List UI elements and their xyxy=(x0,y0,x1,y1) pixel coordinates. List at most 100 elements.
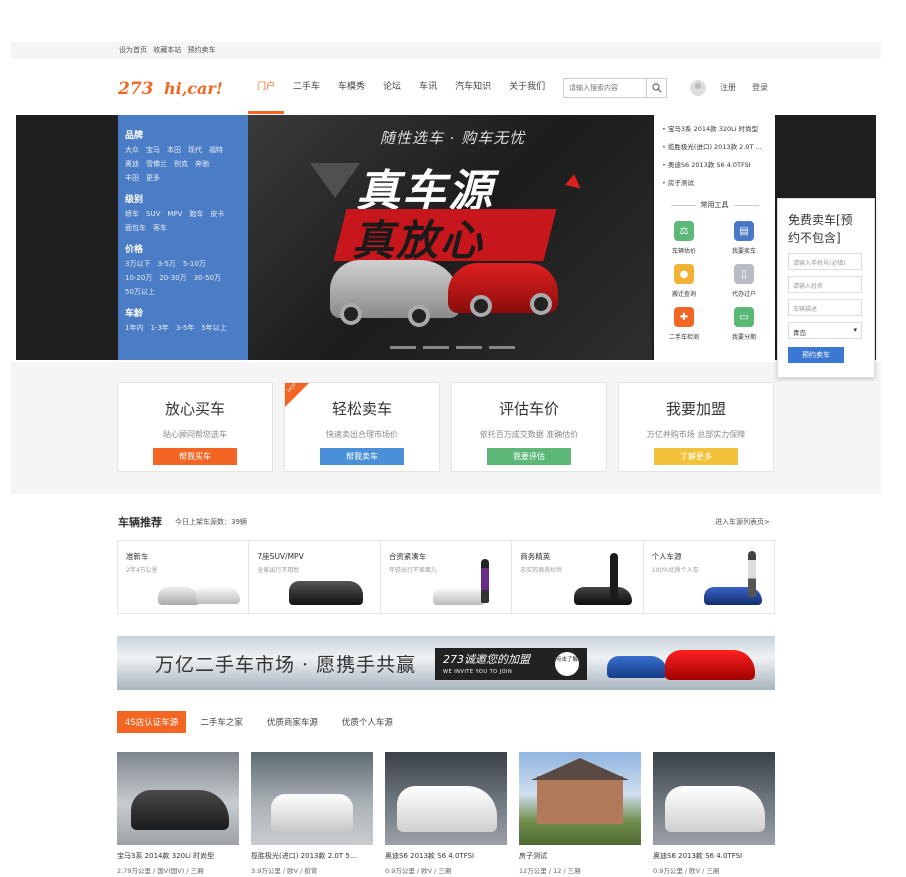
join-box: 273诚邀您的加盟 WE INVITE YOU TO JOIN 点击了解 xyxy=(435,648,587,680)
category-near-new[interactable]: 准新车 2年4万公里 xyxy=(118,541,250,613)
brand-option[interactable]: 现代 xyxy=(188,146,202,154)
price-option[interactable]: 20-30万 xyxy=(159,274,186,282)
tab-4s-certified[interactable]: 4S店认证车源 xyxy=(117,711,187,733)
recommend-more-link[interactable]: 进入车源列表页> xyxy=(715,517,770,527)
slider-dot[interactable] xyxy=(423,346,449,349)
click-learn-button[interactable]: 点击了解 xyxy=(555,652,579,676)
age-option[interactable]: 5年以上 xyxy=(201,324,226,332)
help-sell-button[interactable]: 帮我卖车 xyxy=(320,448,404,465)
listing-name: 奥迪S6 2013款 S6 4.0TFSI xyxy=(385,852,475,860)
age-option[interactable]: 1-3年 xyxy=(150,324,168,332)
tool-relocation-query[interactable]: ● 搬迁查询 xyxy=(662,264,706,298)
price-option[interactable]: 5-10万 xyxy=(183,260,206,268)
user-avatar-icon[interactable] xyxy=(690,80,706,96)
nav-portal[interactable]: 门户 xyxy=(248,60,285,114)
level-option[interactable]: 轿车 xyxy=(125,210,139,218)
book-sell-link[interactable]: 预约卖车 xyxy=(187,46,215,54)
site-logo[interactable]: 273 hi,car! xyxy=(118,78,228,100)
brand-option[interactable]: 大众 xyxy=(125,146,139,154)
news-item[interactable]: 奥迪S6 2013款 S6 4.0TFSI xyxy=(662,159,775,169)
hero-banner[interactable]: 随性选车 · 购车无忧 真车源 真放心 xyxy=(248,115,652,360)
tool-valuation[interactable]: ⚖ 车辆估价 xyxy=(662,221,706,255)
listing-card[interactable]: 房子测试 12万公里 / 12 / 三厢 xyxy=(519,752,641,875)
filter-panel: 品牌 大众 宝马 本田 现代 福特 奥迪 雪佛兰 别克 奔驰 丰田 更多 级别 轿车 SUV MPV… xyxy=(118,115,248,360)
price-option[interactable]: 50万以上 xyxy=(125,288,155,296)
category-suv-mpv[interactable]: 7座SUV/MPV 全家出行不用愁 xyxy=(249,541,381,613)
tab-used-car-home[interactable]: 二手车之家 xyxy=(200,716,243,728)
brand-option[interactable]: 本田 xyxy=(167,146,181,154)
set-homepage-link[interactable]: 设为首页 xyxy=(119,46,147,54)
level-option[interactable]: 面包车 xyxy=(125,224,146,232)
listing-photo xyxy=(117,752,239,845)
description-field[interactable]: 车辆描述 xyxy=(788,299,862,316)
main-nav: 门户 二手车 车模秀 论坛 车讯 汽车知识 关于我们 xyxy=(248,60,554,114)
news-item[interactable]: 宝马3系 2014款 320Li 时尚型 xyxy=(662,123,775,133)
phone-field[interactable]: 请输入手机号(必填) xyxy=(788,253,862,270)
brand-option[interactable]: 宝马 xyxy=(146,146,160,154)
tool-label: 我要卖车 xyxy=(731,248,756,255)
tab-quality-dealer[interactable]: 优质商家车源 xyxy=(267,716,318,728)
car-image xyxy=(289,581,364,605)
brand-option[interactable]: 福特 xyxy=(209,146,223,154)
brand-option[interactable]: 奥迪 xyxy=(125,160,139,168)
price-option[interactable]: 10-20万 xyxy=(125,274,152,282)
tool-inspection[interactable]: ✚ 二手车检测 xyxy=(662,307,706,341)
name-field[interactable]: 请输入姓名 xyxy=(788,276,862,293)
news-item[interactable]: 揽胜极光(进口) 2013款 2.0T ... xyxy=(662,141,775,151)
slider-dot[interactable] xyxy=(456,346,482,349)
brand-option[interactable]: 别克 xyxy=(174,160,188,168)
age-option[interactable]: 1年内 xyxy=(125,324,143,332)
listing-card[interactable]: 宝马3系 2014款 320Li 时尚型 2.79万公里 / 国V(国V) / … xyxy=(117,752,239,875)
level-option[interactable]: SUV xyxy=(146,210,160,218)
price-option[interactable]: 3-5万 xyxy=(157,260,175,268)
city-select[interactable]: 青岛 xyxy=(788,322,862,339)
level-option[interactable]: 跑车 xyxy=(189,210,203,218)
login-link[interactable]: 登录 xyxy=(752,82,768,93)
slider-dot[interactable] xyxy=(489,346,515,349)
nav-used-cars[interactable]: 二手车 xyxy=(284,60,329,114)
slider-dot[interactable] xyxy=(390,346,416,349)
learn-more-button[interactable]: 了解更多 xyxy=(654,448,738,465)
level-option[interactable]: MPV xyxy=(167,210,182,218)
tool-transfer-service[interactable]: ▯ 代办过户 xyxy=(722,264,766,298)
brand-option[interactable]: 丰田 xyxy=(125,174,139,182)
brand-more[interactable]: 更多 xyxy=(146,174,160,182)
red-car-image xyxy=(665,650,755,680)
book-sell-button[interactable]: 预约卖车 xyxy=(788,347,844,363)
nav-about-us[interactable]: 关于我们 xyxy=(500,60,554,114)
listing-card[interactable]: 奥迪S6 2013款 S6 4.0TFSI 0.9万公里 / 欧V / 三厢 xyxy=(653,752,775,875)
franchise-banner[interactable]: 万亿二手车市场 · 愿携手共赢 273诚邀您的加盟 WE INVITE YOU … xyxy=(117,636,775,690)
level-option[interactable]: 客车 xyxy=(153,224,167,232)
category-sub: 2年4万公里 xyxy=(126,567,158,574)
listing-card[interactable]: 揽胜极光(进口) 2013款 2.0T 5... 3.9万公里 / 欧V / 掀… xyxy=(251,752,373,875)
search-button[interactable] xyxy=(646,79,666,97)
category-personal[interactable]: 个人车源 100%优质个人车 xyxy=(644,541,774,613)
level-option[interactable]: 皮卡 xyxy=(210,210,224,218)
service-desc: 贴心顾问帮您选车 xyxy=(163,430,227,439)
brand-option[interactable]: 奔驰 xyxy=(195,160,209,168)
nav-car-news[interactable]: 车讯 xyxy=(410,60,446,114)
nav-car-models[interactable]: 车模秀 xyxy=(329,60,374,114)
bookmark-link[interactable]: 收藏本站 xyxy=(153,46,181,54)
register-link[interactable]: 注册 xyxy=(720,82,736,93)
age-option[interactable]: 3-5年 xyxy=(176,324,194,332)
price-option[interactable]: 3万以下 xyxy=(125,260,150,268)
category-compact[interactable]: 合资紧凑车 年轻出行不差面儿 xyxy=(381,541,513,613)
search-input[interactable] xyxy=(564,79,648,97)
car-image xyxy=(574,587,633,605)
nav-forum[interactable]: 论坛 xyxy=(374,60,410,114)
category-business[interactable]: 商务精英 忠实的商务伙伴 xyxy=(512,541,644,613)
tab-quality-personal[interactable]: 优质个人车源 xyxy=(342,716,393,728)
logo-text: hi,car! xyxy=(164,79,223,98)
price-option[interactable]: 30-50万 xyxy=(194,274,221,282)
evaluate-button[interactable]: 我要评估 xyxy=(487,448,571,465)
tool-sell-car[interactable]: ▤ 我要卖车 xyxy=(722,221,766,255)
help-buy-button[interactable]: 帮我买车 xyxy=(153,448,237,465)
news-item[interactable]: 房子测试 xyxy=(662,177,775,187)
category-name: 准新车 xyxy=(126,552,149,561)
sell-form-title: 免费卖车[预约不包含] xyxy=(788,213,853,245)
listing-card[interactable]: 奥迪S6 2013款 S6 4.0TFSI 0.9万公里 / 欧V / 三厢 xyxy=(385,752,507,875)
tool-installment[interactable]: ▭ 我要分期 xyxy=(722,307,766,341)
brand-option[interactable]: 雪佛兰 xyxy=(146,160,167,168)
nav-car-knowledge[interactable]: 汽车知识 xyxy=(446,60,500,114)
